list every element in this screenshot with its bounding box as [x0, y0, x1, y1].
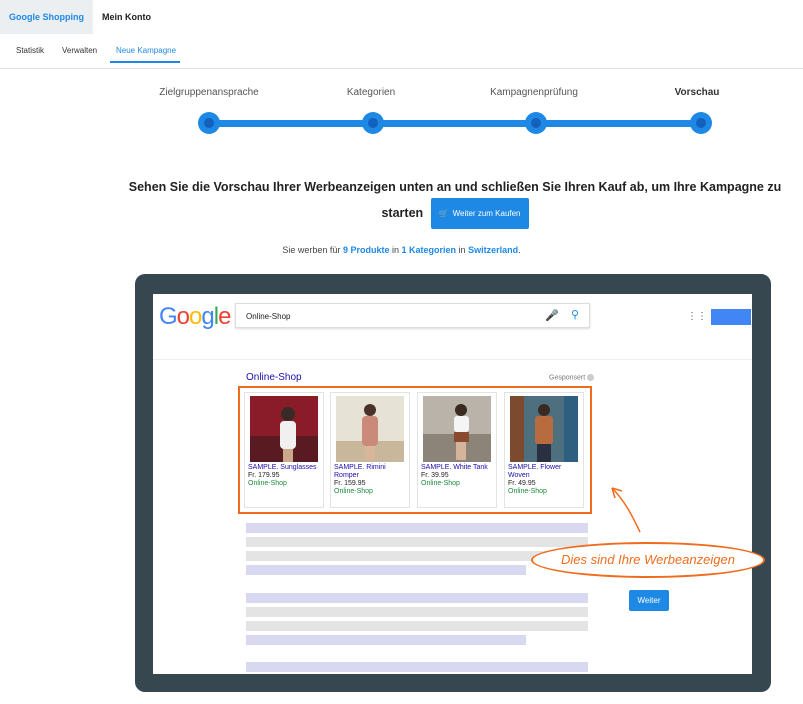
stepper-track [209, 120, 702, 127]
product-image-white-tank [423, 396, 491, 462]
tab-verwalten[interactable]: Verwalten [62, 46, 97, 55]
step-dot-3 [525, 112, 547, 134]
ad-card[interactable]: SAMPLE. Rimini Romper Fr. 159.95 Online-… [330, 392, 410, 508]
tab-neue-kampagne[interactable]: Neue Kampagne [116, 46, 176, 55]
ad-price: Fr. 159.95 [334, 480, 366, 487]
ad-price: Fr. 49.95 [508, 480, 536, 487]
tab-statistik[interactable]: Statistik [16, 46, 44, 55]
product-image-sunglasses [250, 396, 318, 462]
sign-in-button[interactable] [711, 309, 751, 325]
step-label-pruefung: Kampagnenprüfung [490, 87, 578, 98]
sponsored-label: Gesponsert [549, 374, 595, 382]
search-value: Online-Shop [246, 312, 291, 321]
product-image-romper [336, 396, 404, 462]
google-search-input[interactable]: Online-Shop 🎤 ⚲ [235, 303, 590, 328]
placeholder-bar [246, 635, 526, 645]
google-logo: Google [159, 303, 231, 330]
step-dot-4 [690, 112, 712, 134]
ad-price: Fr. 179.95 [248, 472, 280, 479]
google-header: Google Online-Shop 🎤 ⚲ ⋮⋮⋮ [153, 294, 752, 360]
product-image-flower-woven [510, 396, 578, 462]
info-icon [587, 374, 595, 381]
summary-suffix: . [518, 245, 521, 255]
summary-in-1: in [391, 245, 399, 255]
step-dot-2 [362, 112, 384, 134]
sponsored-text: Gesponsert [549, 374, 586, 382]
ad-card[interactable]: SAMPLE. Sunglasses Fr. 179.95 Online-Sho… [244, 392, 324, 508]
top-tabs: Google Shopping Mein Konto [0, 0, 160, 34]
campaign-summary: Sie werben für 9 Produkte in 1 Kategorie… [0, 245, 803, 255]
placeholder-bar [246, 523, 588, 533]
step-dot-1 [198, 112, 220, 134]
placeholder-bar [246, 537, 588, 547]
preview-screen: Google Online-Shop 🎤 ⚲ ⋮⋮⋮ Online-Shop G… [153, 294, 752, 674]
shopping-result-title[interactable]: Online-Shop [246, 372, 302, 383]
ad-card[interactable]: SAMPLE. White Tank Fr. 39.95 Online-Shop [417, 392, 497, 508]
ads-highlight-box: SAMPLE. Sunglasses Fr. 179.95 Online-Sho… [238, 386, 592, 514]
preview-device-frame: Google Online-Shop 🎤 ⚲ ⋮⋮⋮ Online-Shop G… [135, 274, 771, 692]
summary-in-2: in [458, 245, 466, 255]
placeholder-bar [246, 662, 588, 672]
ads-callout: Dies sind Ihre Werbeanzeigen [531, 542, 765, 578]
ad-price: Fr. 39.95 [421, 472, 449, 479]
ad-title: SAMPLE. White Tank [421, 464, 488, 471]
step-label-vorschau: Vorschau [674, 87, 720, 98]
active-tab-indicator [110, 61, 180, 63]
placeholder-bar [246, 621, 588, 631]
ad-shop: Online-Shop [334, 488, 373, 495]
summary-categories: 1 Kategorien [401, 245, 457, 255]
ad-shop: Online-Shop [508, 488, 547, 495]
tab-google-shopping[interactable]: Google Shopping [0, 0, 93, 34]
summary-prefix: Sie werben für [282, 245, 341, 255]
summary-country: Switzerland [468, 245, 519, 255]
sub-tabs: Statistik Verwalten Neue Kampagne [0, 34, 803, 69]
step-label-zielgruppe: Zielgruppenansprache [159, 87, 259, 98]
ad-title: SAMPLE. Sunglasses [248, 464, 317, 471]
page-headline: Sehen Sie die Vorschau Ihrer Werbeanzeig… [120, 177, 790, 229]
search-icon[interactable]: ⚲ [571, 308, 579, 321]
placeholder-bar [246, 593, 588, 603]
tab-mein-konto[interactable]: Mein Konto [93, 0, 160, 34]
ad-title: SAMPLE. Rimini Romper [334, 464, 386, 479]
placeholder-bar [246, 565, 526, 575]
ad-card[interactable]: SAMPLE. Flower Woven Fr. 49.95 Online-Sh… [504, 392, 584, 508]
cart-icon: 🛒 [438, 209, 449, 218]
weiter-zum-kaufen-button[interactable]: 🛒 Weiter zum Kaufen [430, 198, 529, 229]
weiter-button[interactable]: Weiter [629, 590, 669, 611]
microphone-icon[interactable]: 🎤 [545, 309, 559, 322]
ad-title: SAMPLE. Flower Woven [508, 464, 562, 479]
summary-products: 9 Produkte [342, 245, 390, 255]
ad-shop: Online-Shop [248, 480, 287, 487]
cta-label: Weiter zum Kaufen [452, 209, 521, 218]
ad-shop: Online-Shop [421, 480, 460, 487]
placeholder-bar [246, 607, 588, 617]
step-label-kategorien: Kategorien [346, 87, 396, 98]
